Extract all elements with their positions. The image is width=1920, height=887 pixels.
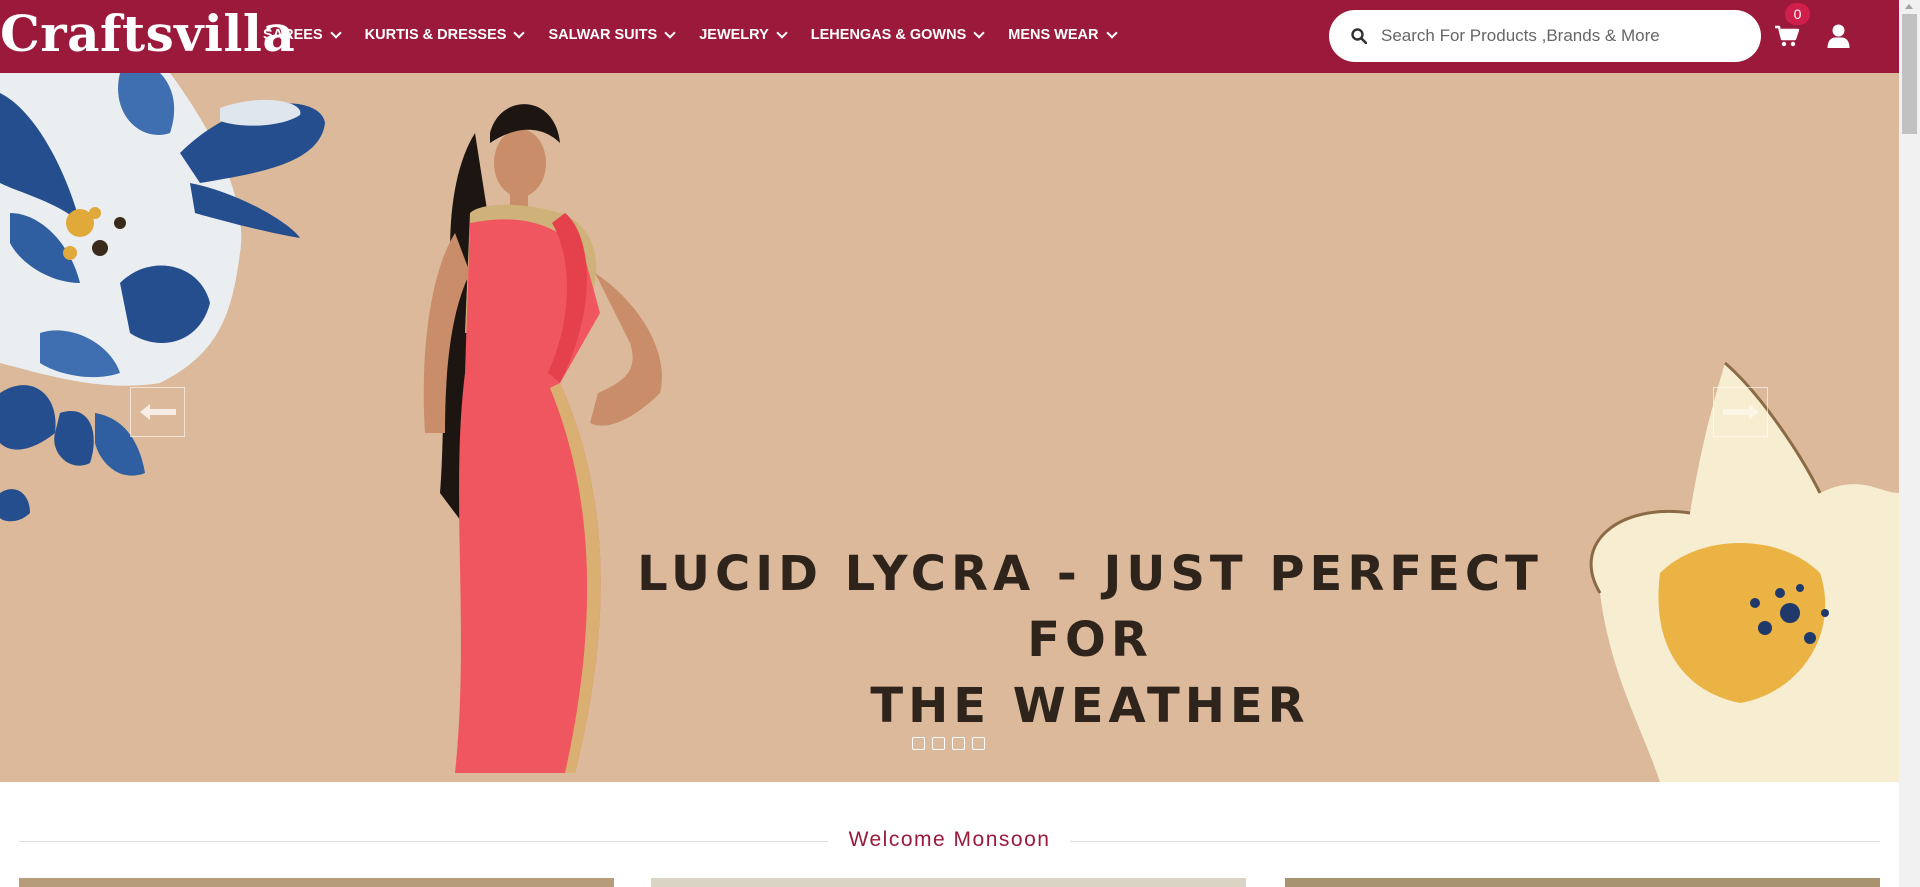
chevron-down-icon (664, 27, 676, 39)
carousel-dot-4[interactable] (972, 737, 985, 750)
section-title-text: Welcome Monsoon (830, 828, 1069, 851)
search-input[interactable] (1381, 26, 1741, 46)
nav-item-jewelry[interactable]: JEWELRY (699, 22, 788, 48)
search-box (1329, 10, 1761, 62)
carousel-dot-3[interactable] (952, 737, 965, 750)
nav-item-lehengas-gowns[interactable]: LEHENGAS & GOWNS (810, 22, 985, 48)
nav-item-sarees[interactable]: SAREES (263, 22, 342, 48)
nav-label: LEHENGAS & GOWNS (810, 27, 967, 43)
hero-banner[interactable]: LUCID LYCRA - JUST PERFECT FOR THE WEATH… (0, 73, 1899, 782)
cart-count-badge: 0 (1785, 3, 1810, 25)
carousel-indicators (912, 737, 992, 750)
chevron-down-icon (776, 27, 788, 39)
section-title: Welcome Monsoon (19, 828, 1880, 852)
nav-item-mens-wear[interactable]: MENS WEAR (1008, 22, 1118, 48)
carousel-dot-1[interactable] (912, 737, 925, 750)
cart-icon[interactable] (1774, 24, 1800, 48)
hero-caption-line-2: THE WEATHER (870, 678, 1310, 734)
nav-label: JEWELRY (699, 27, 769, 43)
carousel-prev-button[interactable] (130, 387, 185, 437)
product-card-2[interactable] (651, 878, 1246, 887)
page-scrollbar[interactable] (1899, 0, 1920, 887)
nav-label: SALWAR SUITS (548, 27, 658, 43)
arrow-right-icon (1722, 404, 1759, 420)
hero-caption-line-1: LUCID LYCRA - JUST PERFECT FOR (637, 546, 1543, 668)
blue-flower-illustration (0, 73, 325, 522)
main-nav: SAREES KURTIS & DRESSES SALWAR SUITS JEW… (263, 22, 1141, 48)
nav-item-kurtis-dresses[interactable]: KURTIS & DRESSES (364, 22, 526, 48)
chevron-down-icon (329, 27, 342, 39)
hero-caption: LUCID LYCRA - JUST PERFECT FOR THE WEATH… (590, 541, 1590, 739)
nav-item-salwar-suits[interactable]: SALWAR SUITS (548, 22, 676, 48)
search-icon[interactable] (1351, 28, 1367, 44)
product-card-3[interactable] (1285, 878, 1880, 887)
scroll-thumb[interactable] (1902, 14, 1917, 134)
chevron-down-icon (1105, 27, 1118, 39)
section-header: Welcome Monsoon (19, 826, 1880, 856)
carousel-dot-2[interactable] (932, 737, 945, 750)
scroll-up-arrow-icon[interactable] (1905, 4, 1913, 9)
nav-label: SAREES (263, 27, 323, 43)
chevron-down-icon (973, 27, 985, 39)
arrow-left-icon (139, 404, 176, 420)
nav-label: MENS WEAR (1008, 27, 1099, 43)
product-card-1[interactable] (19, 878, 614, 887)
carousel-next-button[interactable] (1713, 387, 1768, 437)
user-icon[interactable] (1827, 24, 1850, 49)
nav-label: KURTIS & DRESSES (364, 27, 507, 43)
chevron-down-icon (513, 27, 526, 39)
craftsvilla-logo[interactable]: Craftsvilla (0, 4, 295, 64)
site-header: Craftsvilla SAREES KURTIS & DRESSES SALW… (0, 0, 1899, 73)
